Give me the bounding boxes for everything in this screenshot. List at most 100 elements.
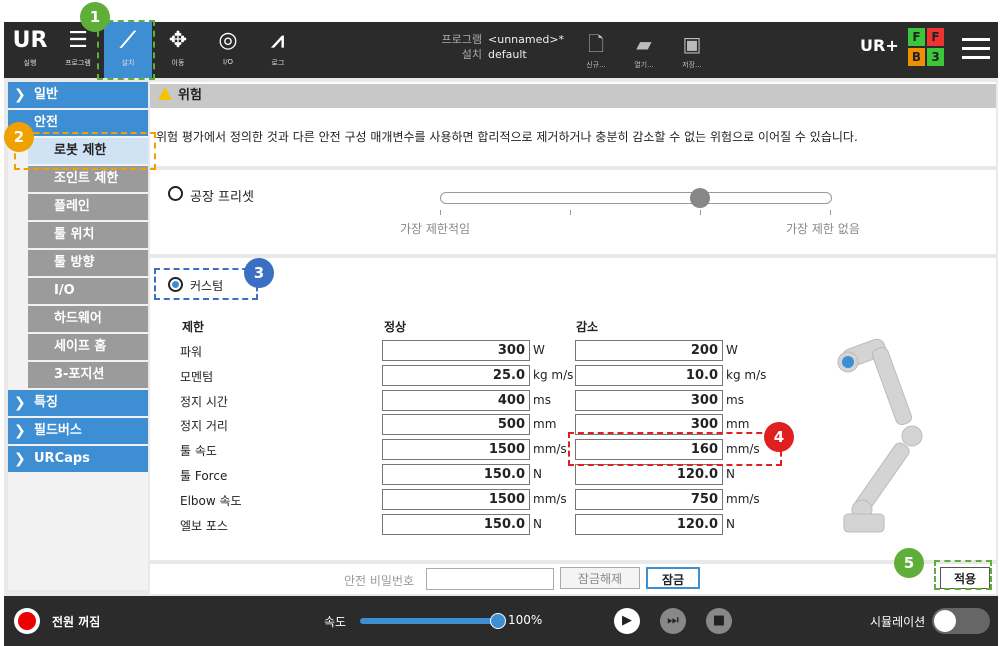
reduced-value-field[interactable]: 750 xyxy=(575,489,723,510)
chevron-right-icon: ❯ xyxy=(14,87,26,103)
ur-logo-icon: UR xyxy=(12,28,48,53)
nav-move[interactable]: ✥ 이동 xyxy=(154,22,202,78)
slider-tick xyxy=(830,210,831,215)
normal-value-field[interactable]: 1500 xyxy=(382,489,530,510)
column-limit: 제한 xyxy=(182,320,205,334)
sidebar-item-planes[interactable]: 플레인 xyxy=(28,194,148,220)
power-status: 전원 꺼짐 xyxy=(52,615,101,629)
slider-tick xyxy=(440,210,441,215)
menu-icon[interactable] xyxy=(962,38,990,65)
preset-slider[interactable] xyxy=(440,192,832,204)
most-restrictive-label: 가장 제한적임 xyxy=(400,222,471,236)
robot-tool-icon xyxy=(842,356,854,368)
sidebar-item-general[interactable]: ❯ 일반 xyxy=(8,82,148,108)
factory-preset-radio[interactable] xyxy=(168,186,183,201)
normal-value-field[interactable]: 1500 xyxy=(382,439,530,460)
limit-row-label: 툴 속도 xyxy=(180,444,217,458)
annotation-bubble-2: 2 xyxy=(4,122,34,152)
sidebar-item-hardware[interactable]: 하드웨어 xyxy=(28,306,148,332)
sidebar-item-safe-home[interactable]: 세이프 홈 xyxy=(28,334,148,360)
password-input[interactable] xyxy=(426,568,554,590)
new-file-icon: 🗋 xyxy=(587,32,605,56)
reduced-unit: N xyxy=(726,467,735,481)
annotation-box-1 xyxy=(97,20,155,80)
normal-unit: mm/s xyxy=(533,442,567,456)
chevron-right-icon: ❯ xyxy=(14,451,26,467)
sidebar-item-features[interactable]: ❯ 특징 xyxy=(8,390,148,416)
normal-value-field[interactable]: 150.0 xyxy=(382,464,530,485)
save-icon: ▣ xyxy=(682,32,702,56)
main-content: 위험 위험 평가에서 정의한 것과 다른 안전 구성 매개변수를 사용하면 합리… xyxy=(150,82,996,594)
stop-icon: ■ xyxy=(712,613,726,628)
slider-tick xyxy=(570,210,571,215)
annotation-bubble-1: 1 xyxy=(80,2,110,32)
program-info: 프로그램 <unnamed>* 설치 default xyxy=(441,33,565,61)
robot-arm-illustration xyxy=(837,338,923,533)
reduced-unit: W xyxy=(726,343,738,357)
limit-row-label: 정지 시간 xyxy=(180,395,228,409)
sidebar-item-tool-direction[interactable]: 툴 방향 xyxy=(28,250,148,276)
play-button[interactable]: ▶ xyxy=(614,608,640,634)
reduced-value-field[interactable]: 120.0 xyxy=(575,514,723,535)
sidebar-item-3-position[interactable]: 3-포지션 xyxy=(28,362,148,388)
reduced-unit: mm/s xyxy=(726,492,760,506)
open-file-button[interactable]: ▰ 열기... xyxy=(624,26,664,76)
limit-row-label: 모멘텀 xyxy=(180,370,214,384)
divider xyxy=(150,254,996,258)
normal-unit: mm/s xyxy=(533,492,567,506)
annotation-box-3 xyxy=(154,268,258,300)
normal-value-field[interactable]: 300 xyxy=(382,340,530,361)
normal-value-field[interactable]: 25.0 xyxy=(382,365,530,386)
column-reduced: 감소 xyxy=(576,320,599,334)
reduced-unit: N xyxy=(726,517,735,531)
new-file-button[interactable]: 🗋 신규... xyxy=(576,26,616,76)
annotation-bubble-4: 4 xyxy=(764,422,794,452)
normal-value-field[interactable]: 500 xyxy=(382,414,530,435)
safety-password-bar: 안전 비밀번호 잠금해제 잠금 적용 xyxy=(150,560,996,594)
warning-header: 위험 xyxy=(150,84,996,108)
sidebar-item-fieldbus[interactable]: ❯ 필드버스 xyxy=(8,418,148,444)
nav-log[interactable]: ⩘ 로그 xyxy=(254,22,302,78)
normal-unit: ms xyxy=(533,393,551,407)
power-button[interactable] xyxy=(14,608,40,634)
nav-run[interactable]: UR 실행 xyxy=(6,22,54,78)
reduced-value-field[interactable]: 200 xyxy=(575,340,723,361)
play-icon: ▶ xyxy=(622,613,632,628)
folder-icon: ▰ xyxy=(636,32,652,56)
reduced-value-field[interactable]: 10.0 xyxy=(575,365,723,386)
lock-button[interactable]: 잠금 xyxy=(646,567,700,589)
normal-unit: mm xyxy=(533,417,557,431)
reduced-unit: ms xyxy=(726,393,744,407)
urplus-button[interactable]: UR+ xyxy=(860,36,899,55)
normal-value-field[interactable]: 400 xyxy=(382,390,530,411)
unlock-button[interactable]: 잠금해제 xyxy=(560,567,640,589)
column-normal: 정상 xyxy=(384,320,407,334)
reduced-unit: mm xyxy=(726,417,750,431)
speed-slider[interactable] xyxy=(360,618,496,624)
annotation-bubble-3: 3 xyxy=(244,258,274,288)
sidebar-item-urcaps[interactable]: ❯ URCaps xyxy=(8,446,148,472)
preset-slider-handle[interactable] xyxy=(690,188,710,208)
speed-slider-handle[interactable] xyxy=(490,613,506,629)
normal-unit: kg m/s xyxy=(533,368,574,382)
status-indicator[interactable]: F F B 3 xyxy=(908,28,944,66)
simulation-label: 시뮬레이션 xyxy=(870,615,926,629)
sidebar-item-io[interactable]: I/O xyxy=(28,278,148,304)
normal-unit: N xyxy=(533,517,542,531)
simulation-toggle[interactable] xyxy=(932,608,990,634)
reduced-unit: kg m/s xyxy=(726,368,767,382)
reduced-value-field[interactable]: 120.0 xyxy=(575,464,723,485)
step-icon: ⏭ xyxy=(667,613,679,628)
limit-row-label: Elbow 속도 xyxy=(180,494,242,508)
io-icon: ◎ xyxy=(218,28,238,53)
limit-row-label: 정지 거리 xyxy=(180,419,228,433)
sidebar-item-tool-position[interactable]: 툴 위치 xyxy=(28,222,148,248)
nav-io[interactable]: ◎ I/O xyxy=(204,22,252,78)
stop-button[interactable]: ■ xyxy=(706,608,732,634)
factory-preset-label: 공장 프리셋 xyxy=(190,190,254,205)
step-button[interactable]: ⏭ xyxy=(660,608,686,634)
normal-value-field[interactable]: 150.0 xyxy=(382,514,530,535)
save-file-button[interactable]: ▣ 저장... xyxy=(672,26,712,76)
reduced-value-field[interactable]: 300 xyxy=(575,390,723,411)
least-restrictive-label: 가장 제한 없음 xyxy=(786,222,860,236)
